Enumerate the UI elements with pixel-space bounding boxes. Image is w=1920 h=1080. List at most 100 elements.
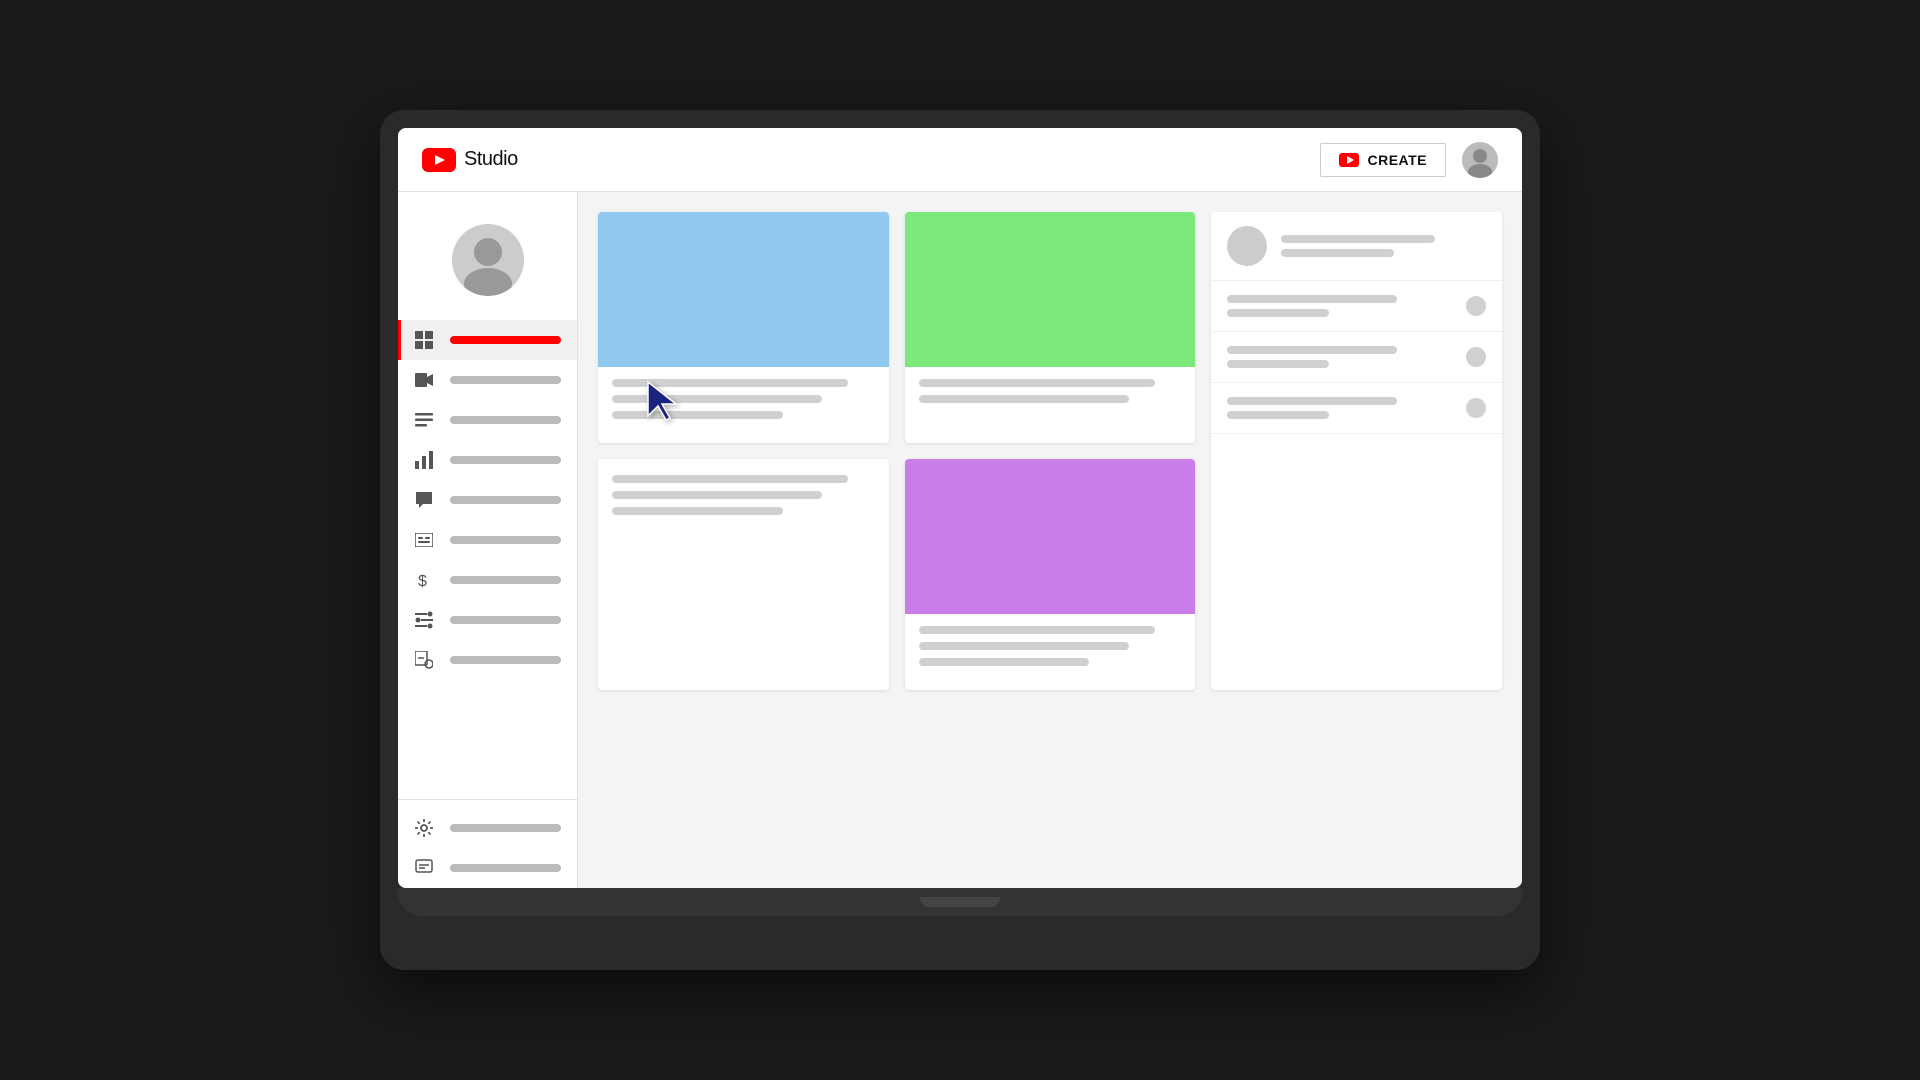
card-line [612,411,783,419]
sidebar-avatar-section [398,208,577,320]
card-line [919,658,1090,666]
main-layout: $ [398,192,1522,888]
list-row[interactable] [1211,281,1502,332]
card-body-2 [905,367,1196,427]
thumbnail-green [905,212,1196,367]
sidebar-nav: $ [398,320,577,680]
sidebar-item-content[interactable] [398,360,577,400]
sidebar-item-analytics[interactable] [398,440,577,480]
laptop-base [398,888,1522,916]
list-row-lines [1227,346,1454,368]
channel-avatar[interactable] [452,224,524,296]
playlists-label [450,416,561,424]
dollar-icon: $ [414,570,434,590]
sidebar-item-customization[interactable] [398,600,577,640]
sidebar-item-subtitles[interactable] [398,520,577,560]
logo-area: Studio [422,148,518,172]
card-body-4 [598,459,889,539]
card-line [612,491,822,499]
content-area [578,192,1522,888]
comments-label [450,496,561,504]
list-row-lines [1227,295,1454,317]
channel-list-card[interactable] [1211,212,1502,690]
card-line [919,395,1129,403]
sidebar-item-feedback[interactable] [398,848,577,888]
video-card-2[interactable] [905,212,1196,443]
customization-icon [414,610,434,630]
thumbnail-blue [598,212,889,367]
list-line [1227,360,1329,368]
card-body-5 [905,614,1196,690]
user-avatar-button[interactable] [1462,142,1498,178]
card-body-1 [598,367,889,443]
list-row-lines [1227,397,1454,419]
sidebar-item-comments[interactable] [398,480,577,520]
card-line [612,379,848,387]
list-line [1227,309,1329,317]
create-video-icon [1339,153,1359,167]
list-avatar [1227,226,1267,266]
create-label: CREATE [1367,152,1427,168]
svg-text:$: $ [418,573,427,589]
video-card-1[interactable] [598,212,889,443]
subtitles-label [450,536,561,544]
list-row[interactable] [1211,383,1502,434]
playlist-icon [414,410,434,430]
laptop-notch [920,897,1000,907]
studio-label: Studio [464,148,518,171]
card-line [919,626,1155,634]
audio-label [450,656,561,664]
channel-avatar-icon [452,224,524,296]
sidebar-item-dashboard[interactable] [398,320,577,360]
active-indicator [398,320,401,360]
card-line [919,379,1155,387]
create-button[interactable]: CREATE [1320,143,1446,177]
dashboard-label [450,336,561,344]
video-card-5[interactable] [905,459,1196,690]
card-line [612,395,822,403]
list-line [1227,411,1329,419]
settings-icon [414,818,434,838]
user-avatar-icon [1462,142,1498,178]
list-line [1227,295,1397,303]
comments-icon [414,490,434,510]
analytics-icon [414,450,434,470]
laptop-frame: Studio CREATE [380,110,1540,970]
video-card-4[interactable] [598,459,889,690]
topbar: Studio CREATE [398,128,1522,192]
list-row-indicator [1466,398,1486,418]
content-label [450,376,561,384]
sidebar-item-playlists[interactable] [398,400,577,440]
feedback-icon [414,858,434,878]
thumbnail-purple [905,459,1196,614]
list-row-indicator [1466,347,1486,367]
sidebar-bottom [398,799,577,888]
list-line [1281,235,1434,243]
list-line [1281,249,1394,257]
settings-label [450,824,561,832]
list-card-header [1211,212,1502,281]
audio-icon [414,650,434,670]
list-line [1227,397,1397,405]
card-line [612,475,848,483]
sidebar: $ [398,192,578,888]
list-row[interactable] [1211,332,1502,383]
list-header-lines [1281,235,1486,257]
card-line [919,642,1129,650]
topbar-right: CREATE [1320,142,1498,178]
laptop-screen: Studio CREATE [398,128,1522,888]
list-rows-section [1211,281,1502,434]
video-icon [414,370,434,390]
sidebar-item-settings[interactable] [398,808,577,848]
subtitles-icon [414,530,434,550]
card-line [612,507,783,515]
customization-label [450,616,561,624]
dashboard-icon [414,330,434,350]
sidebar-item-audio[interactable] [398,640,577,680]
sidebar-item-monetization[interactable]: $ [398,560,577,600]
feedback-label [450,864,561,872]
youtube-logo-icon [422,148,456,172]
list-row-indicator [1466,296,1486,316]
monetization-label [450,576,561,584]
analytics-label [450,456,561,464]
